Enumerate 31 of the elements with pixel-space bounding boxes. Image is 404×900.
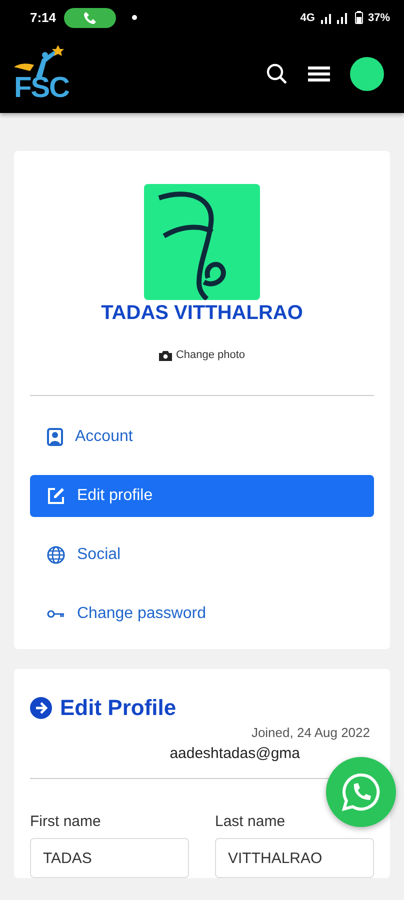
- section-title: Edit Profile: [60, 695, 176, 721]
- profile-name: TADAS VITTHALRAO: [101, 302, 303, 325]
- arrow-circle-icon: [30, 697, 52, 719]
- change-photo-button[interactable]: Change photo: [158, 349, 246, 361]
- signal-icon: [320, 12, 350, 24]
- key-icon: [47, 609, 65, 619]
- field-label: Last name: [215, 813, 286, 830]
- call-indicator[interactable]: [64, 8, 116, 28]
- camera-icon: [158, 350, 172, 360]
- email-text: aadeshtadas@gma: [170, 745, 301, 762]
- profile-menu-item[interactable]: Social: [30, 534, 374, 576]
- menu-icon[interactable]: [308, 66, 330, 82]
- notification-dot: [132, 15, 138, 20]
- logo[interactable]: FSC: [14, 72, 69, 105]
- input-field[interactable]: TADAS: [30, 838, 189, 878]
- profile-menu-item[interactable]: Change password: [30, 593, 374, 635]
- battery-icon: [354, 11, 363, 24]
- globe-icon: [47, 546, 65, 564]
- search-icon[interactable]: [266, 63, 288, 85]
- profile-menu-item[interactable]: Edit profile: [30, 475, 374, 517]
- avatar-icon[interactable]: [350, 57, 384, 91]
- profile-menu-item[interactable]: Account: [30, 416, 374, 458]
- battery-level: 37%: [368, 12, 390, 24]
- network-type: 4G: [300, 12, 315, 24]
- contact-icon: [47, 428, 63, 446]
- edit-icon: [47, 487, 65, 505]
- field-label: First name: [30, 813, 102, 830]
- input-field[interactable]: VITTHALRAO: [215, 838, 374, 878]
- joined-date: Joined, 24 Aug 2022: [251, 725, 370, 740]
- clock: 7:14: [30, 10, 56, 25]
- whatsapp-icon: [341, 772, 381, 812]
